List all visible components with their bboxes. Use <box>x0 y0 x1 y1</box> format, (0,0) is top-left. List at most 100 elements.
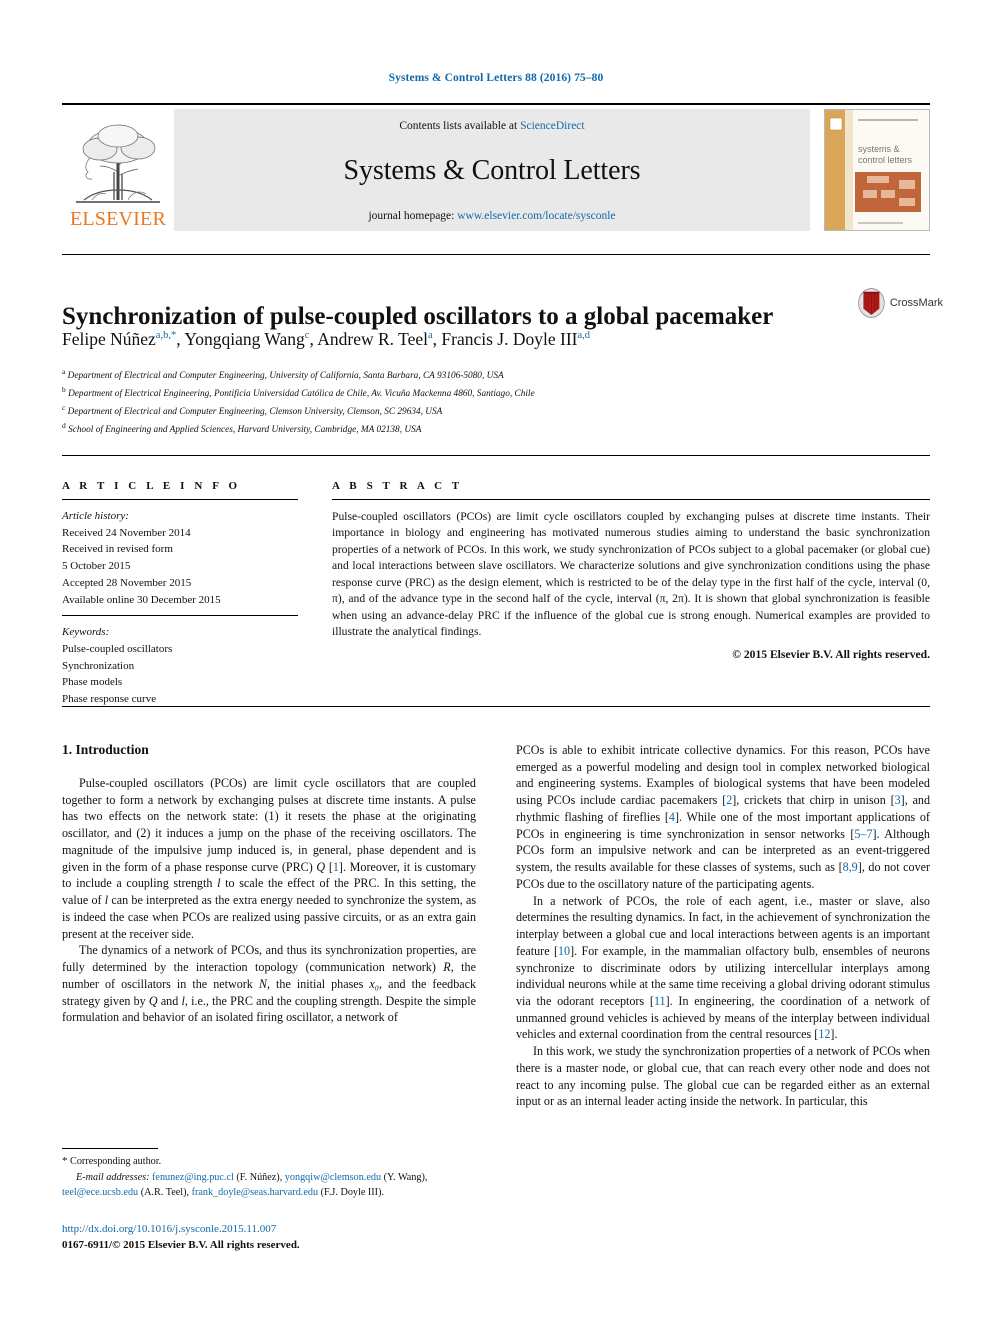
article-info-rule <box>62 499 298 500</box>
footnote-divider <box>62 1148 158 1149</box>
article-info-divider <box>62 455 930 456</box>
contents-prefix: Contents lists available at <box>399 120 521 132</box>
math-symbol: x₀ <box>369 976 379 991</box>
article-info-heading: A R T I C L E I N F O <box>62 480 241 492</box>
email-owner: (A.R. Teel), <box>138 1186 192 1198</box>
svg-text:control letters: control letters <box>858 155 913 165</box>
body-divider <box>62 706 930 707</box>
math-symbol: l <box>217 876 221 891</box>
journal-masthead: ELSEVIER Contents lists available at Sci… <box>62 103 930 231</box>
citation-link[interactable]: 4 <box>669 810 675 824</box>
email-link[interactable]: frank_doyle@seas.harvard.edu <box>192 1187 319 1198</box>
affiliation-item: a Department of Electrical and Computer … <box>62 366 930 384</box>
affiliation-text: Department of Electrical Engineering, Po… <box>65 389 535 400</box>
article-history-item: Received in revised form <box>62 543 173 556</box>
affiliation-item: b Department of Electrical Engineering, … <box>62 384 930 402</box>
affiliation-text: Department of Electrical and Computer En… <box>65 407 443 418</box>
keywords-rule <box>62 615 298 617</box>
affiliation-text: School of Engineering and Applied Scienc… <box>65 425 422 436</box>
keyword-item: Pulse-coupled oscillators <box>62 643 173 656</box>
body-paragraph: PCOs is able to exhibit intricate collec… <box>516 743 931 891</box>
abstract-text: Pulse-coupled oscillators (PCOs) are lim… <box>332 510 930 639</box>
article-history-items: Received 24 November 2014 Received in rev… <box>62 525 298 609</box>
elsevier-tree-icon <box>76 124 160 203</box>
journal-cover-thumbnail: systems & control letters <box>824 109 930 231</box>
journal-homepage-link[interactable]: www.elsevier.com/locate/sysconle <box>457 210 615 222</box>
keyword-item: Synchronization <box>62 659 135 672</box>
email-addresses-label: E-mail addresses: <box>76 1171 153 1183</box>
journal-title: Systems & Control Letters <box>343 155 641 186</box>
affiliation-item: d School of Engineering and Applied Scie… <box>62 420 930 438</box>
abstract-rule <box>332 499 930 500</box>
corresponding-author-note: * Corresponding author. <box>62 1153 476 1170</box>
sciencedirect-link[interactable]: ScienceDirect <box>520 120 585 132</box>
keywords-items: Pulse-coupled oscillators Synchronization… <box>62 641 298 708</box>
journal-band: Contents lists available at ScienceDirec… <box>174 109 810 231</box>
citation-link[interactable]: 3 <box>895 793 901 807</box>
article-info-column: A R T I C L E I N F O Article history: R… <box>62 480 298 708</box>
abstract-copyright: © 2015 Elsevier B.V. All rights reserved… <box>732 647 930 661</box>
math-symbol: l <box>181 993 185 1008</box>
issn-copyright-line: 0167-6911/© 2015 Elsevier B.V. All right… <box>62 1238 300 1251</box>
crossmark-icon <box>858 288 885 318</box>
email-owner: (Y. Wang), <box>381 1171 428 1183</box>
math-symbol: Q <box>148 993 158 1008</box>
body-column-left: 1. Introduction Pulse-coupled oscillator… <box>62 742 476 1026</box>
author-list: Felipe Núñeza,b,*, Yongqiang Wangc, Andr… <box>62 329 930 350</box>
crossmark-badge[interactable]: CrossMark <box>857 281 943 325</box>
article-history-item: 5 October 2015 <box>62 560 131 573</box>
author-name: Yongqiang Wang <box>184 329 305 349</box>
email-owner: (F. Núñez), <box>233 1171 285 1183</box>
body-paragraph: In this work, we study the synchronizati… <box>516 1044 931 1109</box>
email-owner: (F.J. Doyle III). <box>318 1186 385 1198</box>
math-symbol: Q <box>316 859 326 874</box>
svg-text:systems &: systems & <box>858 144 900 154</box>
citation-link[interactable]: 11 <box>654 994 666 1008</box>
doi-link[interactable]: http://dx.doi.org/10.1016/j.sysconle.201… <box>62 1222 522 1238</box>
footnote-block: * Corresponding author. E-mail addresses… <box>62 1153 476 1200</box>
citation-link[interactable]: 1 <box>333 860 339 874</box>
article-history-item: Accepted 28 November 2015 <box>62 576 192 589</box>
math-symbol: R <box>443 960 451 975</box>
body-right-paragraphs: PCOs is able to exhibit intricate collec… <box>516 742 930 1110</box>
crossmark-label: CrossMark <box>889 297 943 309</box>
journal-cover-art: systems & control letters <box>825 110 927 230</box>
body-column-right: PCOs is able to exhibit intricate collec… <box>516 742 930 1110</box>
section-heading-introduction: 1. Introduction <box>62 742 149 757</box>
citation-link[interactable]: 12 <box>818 1027 830 1041</box>
citation-link[interactable]: 8,9 <box>843 860 858 874</box>
keywords-label: Keywords: <box>62 626 110 639</box>
paper-page: Systems & Control Letters 88 (2016) 75–8… <box>0 0 992 1323</box>
abstract-column: A B S T R A C T Pulse-coupled oscillator… <box>332 480 930 661</box>
citation-link[interactable]: 5–7 <box>854 827 872 841</box>
article-history-item: Available online 30 December 2015 <box>62 593 221 606</box>
homepage-prefix: journal homepage: <box>368 210 458 222</box>
affiliation-item: c Department of Electrical and Computer … <box>62 402 930 420</box>
elsevier-logo: ELSEVIER <box>62 109 174 231</box>
math-symbol: l <box>104 893 109 908</box>
email-link[interactable]: teel@ece.ucsb.edu <box>62 1187 138 1198</box>
affiliation-text: Department of Electrical and Computer En… <box>65 371 504 382</box>
article-history-block: Article history: Received 24 November 20… <box>62 508 298 608</box>
abstract-heading: A B S T R A C T <box>332 480 463 492</box>
math-symbol: N <box>258 976 267 991</box>
elsevier-wordmark: ELSEVIER <box>69 208 167 230</box>
journal-homepage-line: journal homepage: www.elsevier.com/locat… <box>368 210 615 222</box>
corresponding-author-text: Corresponding author. <box>70 1156 162 1167</box>
body-paragraph: Pulse-coupled oscillators (PCOs) are lim… <box>62 776 477 941</box>
body-left-paragraphs: Pulse-coupled oscillators (PCOs) are lim… <box>62 775 476 1026</box>
keywords-block: Keywords: Pulse-coupled oscillators Synch… <box>62 624 298 708</box>
keyword-item: Phase models <box>62 676 123 689</box>
author-affiliation-mark: a,d <box>577 330 591 342</box>
asterisk-icon: * <box>62 1155 68 1167</box>
article-history-label: Article history: <box>62 510 129 522</box>
email-link[interactable]: fenunez@ing.puc.cl <box>152 1172 234 1183</box>
body-paragraph: In a network of PCOs, the role of each a… <box>516 893 931 1042</box>
affiliation-list: a Department of Electrical and Computer … <box>62 366 930 439</box>
email-addresses-note: E-mail addresses: fenunez@ing.puc.cl (F.… <box>62 1170 476 1201</box>
title-divider <box>62 254 930 255</box>
contents-available-line: Contents lists available at ScienceDirec… <box>399 120 584 132</box>
citation-link[interactable]: 2 <box>726 793 732 807</box>
citation-link[interactable]: 10 <box>558 944 570 958</box>
email-link[interactable]: yongqiw@clemson.edu <box>285 1172 381 1183</box>
